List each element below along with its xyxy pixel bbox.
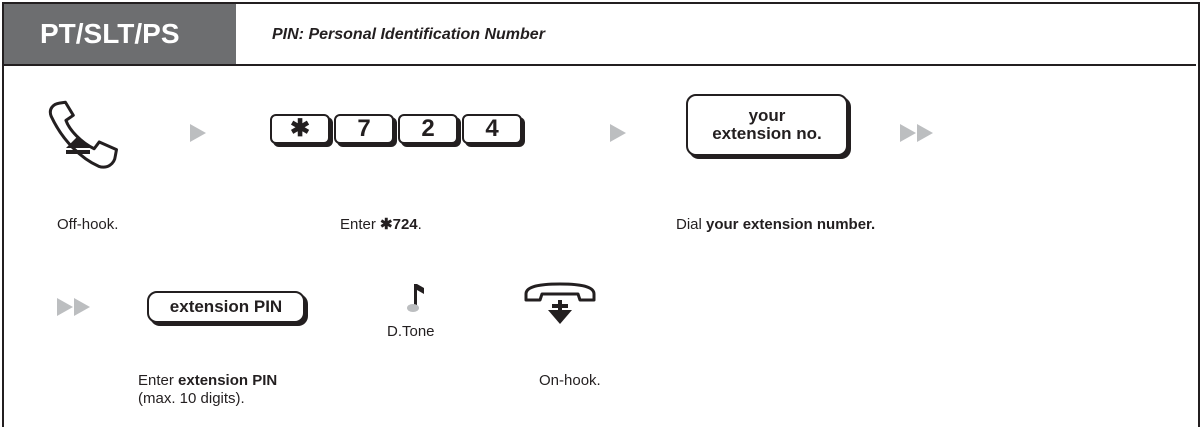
caption-text: . [417, 216, 422, 233]
key-2: 2 [398, 114, 458, 144]
tone-label: D.Tone [387, 323, 435, 340]
key-7: 7 [334, 114, 394, 144]
on-hook-handset-icon [524, 282, 596, 324]
caption-text: Dial [676, 216, 707, 233]
key-4: 4 [462, 114, 522, 144]
caption-enter-pin: Enter extension PIN (max. 10 digits). [138, 372, 277, 408]
extension-number-key: your extension no. [686, 94, 848, 156]
tone-note-icon [407, 284, 424, 312]
next-arrow-icon [610, 124, 626, 142]
caption-dial-extension: Dial your extension number. [676, 216, 886, 234]
header-tab: PT/SLT/PS [4, 4, 236, 64]
continue-arrow-icon [57, 298, 90, 316]
extension-key-line2: extension no. [712, 124, 822, 143]
extension-pin-key: extension PIN [147, 291, 305, 323]
caption-code: ✱724 [380, 216, 418, 233]
key-star: ✱ [270, 114, 330, 144]
caption-bold: extension PIN [178, 372, 278, 389]
caption-bold: your extension number. [706, 216, 876, 233]
caption-on-hook: On-hook. [539, 372, 601, 389]
extension-key-line1: your [748, 106, 786, 125]
header-subtitle: PIN: Personal Identification Number [272, 26, 545, 43]
caption-text: Enter [340, 216, 381, 233]
off-hook-handset-icon [48, 100, 118, 169]
header-divider [4, 64, 1196, 66]
continue-arrow-icon [900, 124, 933, 142]
caption-enter-code: Enter ✱724. [340, 216, 422, 234]
caption-text: (max. 10 digits). [138, 390, 245, 407]
next-arrow-icon [190, 124, 206, 142]
caption-text: Enter [138, 372, 179, 389]
caption-off-hook: Off-hook. [57, 216, 119, 233]
